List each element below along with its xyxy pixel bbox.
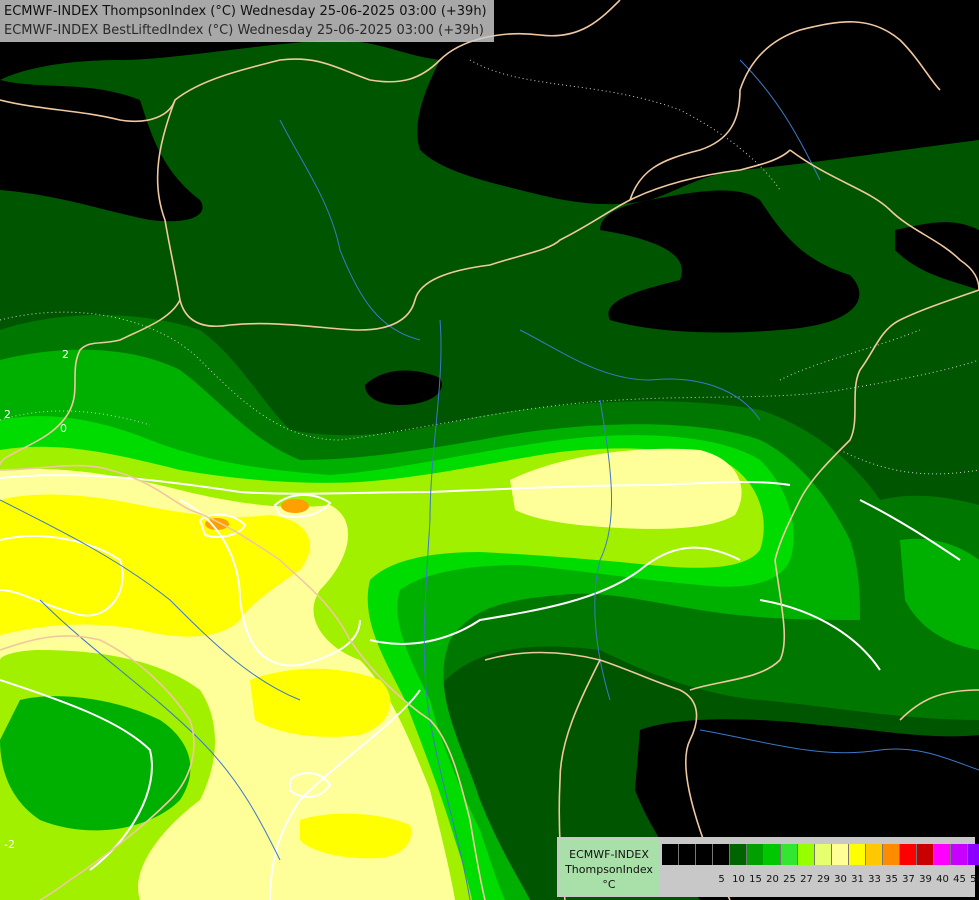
legend-model: ECMWF-INDEX bbox=[569, 848, 649, 861]
map-canvas: 2 2 0 -2 bbox=[0, 0, 979, 900]
legend-unit: °C bbox=[602, 878, 616, 891]
contour-label: -2 bbox=[4, 838, 15, 851]
legend-swatch bbox=[866, 844, 883, 865]
legend-tick-label: 20 bbox=[766, 874, 779, 885]
map-title-secondary: ECMWF-INDEX BestLiftedIndex (°C) Wednesd… bbox=[4, 23, 484, 38]
yellow-patch-south bbox=[250, 668, 391, 737]
legend-swatch bbox=[781, 844, 798, 865]
legend-tick-label: 25 bbox=[783, 874, 796, 885]
legend-swatch bbox=[883, 844, 900, 865]
map-title-primary: ECMWF-INDEX ThompsonIndex (°C) Wednesday… bbox=[4, 4, 487, 19]
legend-tick-label: 30 bbox=[834, 874, 847, 885]
legend-swatch bbox=[968, 844, 979, 865]
legend-tick-label: 31 bbox=[851, 874, 864, 885]
legend-swatch bbox=[815, 844, 832, 865]
legend-tick-label: 5 bbox=[718, 874, 725, 885]
legend-tick-label: 29 bbox=[817, 874, 830, 885]
legend-swatch bbox=[747, 844, 764, 865]
legend-swatch bbox=[764, 844, 781, 865]
legend-swatch bbox=[917, 844, 934, 865]
legend-tick-label: 15 bbox=[749, 874, 762, 885]
legend-tick-label: 50 bbox=[970, 874, 979, 885]
map-title-box: ECMWF-INDEX ThompsonIndex (°C) Wednesday… bbox=[0, 0, 494, 42]
legend-tick-label: 45 bbox=[953, 874, 966, 885]
contour-label: 2 bbox=[4, 408, 11, 421]
contour-label: 0 bbox=[60, 422, 67, 435]
legend-swatch bbox=[798, 844, 815, 865]
legend-swatch bbox=[730, 844, 747, 865]
legend-swatch bbox=[713, 844, 730, 865]
legend-swatch bbox=[696, 844, 713, 865]
legend-swatch bbox=[832, 844, 849, 865]
legend-tick-label: 39 bbox=[919, 874, 932, 885]
legend-tick-label: 37 bbox=[902, 874, 915, 885]
weather-map: 2 2 0 -2 ECMWF-INDEX ThompsonIndex (°C) … bbox=[0, 0, 979, 900]
legend-swatch bbox=[951, 844, 968, 865]
legend-swatch bbox=[849, 844, 866, 865]
legend-swatches bbox=[662, 844, 979, 865]
legend-swatch bbox=[679, 844, 696, 865]
legend-variable: ThompsonIndex bbox=[565, 863, 653, 876]
orange-spot-2 bbox=[281, 499, 309, 513]
legend-tick-label: 10 bbox=[732, 874, 745, 885]
legend-ticks: 51015202527293031333537394045505560 bbox=[662, 874, 979, 885]
legend-tick-label: 33 bbox=[868, 874, 881, 885]
legend-swatch bbox=[662, 844, 679, 865]
legend-label-box: ECMWF-INDEX ThompsonIndex °C bbox=[559, 839, 659, 895]
color-legend: ECMWF-INDEX ThompsonIndex °C 5 10 15 20 25 27… bbox=[557, 837, 979, 897]
legend-tick-label: 40 bbox=[936, 874, 949, 885]
legend-swatch bbox=[900, 844, 917, 865]
contour-label: 2 bbox=[62, 348, 69, 361]
legend-swatch bbox=[934, 844, 951, 865]
legend-tick-label: 27 bbox=[800, 874, 813, 885]
legend-tick-label: 35 bbox=[885, 874, 898, 885]
